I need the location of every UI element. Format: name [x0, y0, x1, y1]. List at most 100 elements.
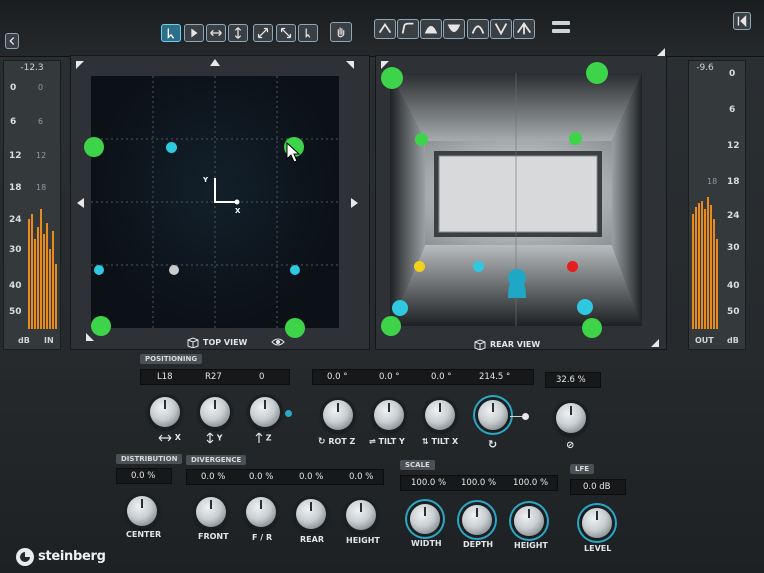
shape-valley-button[interactable] [490, 19, 512, 39]
tilt-x-value[interactable]: 0.0 ° [431, 372, 451, 382]
lfe-level-knob[interactable] [582, 508, 612, 538]
lfe-field[interactable]: 0.0 dB [570, 479, 626, 495]
shape-peak-button[interactable] [467, 19, 489, 39]
z-knob[interactable] [250, 397, 280, 427]
shape-spike-button[interactable] [513, 19, 535, 39]
width-knob[interactable] [410, 504, 440, 534]
toolbar [0, 0, 764, 57]
rotation-field[interactable]: 0.0 ° 0.0 ° 0.0 ° 214.5 ° [312, 369, 534, 385]
menu-icon[interactable] [552, 19, 570, 35]
depth-knob[interactable] [462, 505, 492, 535]
in-scale-40: 40 [9, 281, 22, 291]
corner-tl-icon[interactable] [75, 60, 85, 70]
source-left[interactable] [94, 265, 104, 275]
center-knob-label: CENTER [126, 530, 162, 539]
rear-corner-tl-icon[interactable] [380, 60, 390, 70]
tilt-x-knob[interactable] [425, 400, 455, 430]
rot-z-value[interactable]: 0.0 ° [327, 372, 347, 382]
speaker-back-top-right[interactable] [569, 132, 582, 145]
source-low-right[interactable] [577, 299, 593, 315]
height-scale-knob[interactable] [514, 506, 544, 536]
width-scale-value[interactable]: 100.0 % [411, 478, 446, 488]
center-knob[interactable] [127, 496, 157, 526]
size-field[interactable]: 32.6 % [545, 372, 601, 388]
rear-corner-br-icon[interactable] [650, 338, 660, 348]
shape-dome-button[interactable] [420, 19, 442, 39]
vertical-move-button[interactable] [228, 24, 248, 42]
arrow-right-icon[interactable] [351, 198, 358, 208]
diagonal-move-alt-button[interactable] [276, 24, 296, 42]
speaker-top-right[interactable] [586, 62, 608, 84]
collapse-button[interactable] [733, 12, 751, 30]
orbit-knob[interactable] [478, 400, 508, 430]
rear-view-canvas[interactable] [390, 73, 642, 326]
tilt-y-knob[interactable] [374, 400, 404, 430]
arrow-up-icon[interactable] [210, 59, 220, 66]
divergence-field[interactable]: 0.0 % 0.0 % 0.0 % 0.0 % [186, 469, 384, 485]
orbit-value[interactable]: 214.5 ° [479, 372, 510, 382]
x-knob[interactable] [150, 397, 180, 427]
speaker-left-mid[interactable] [84, 137, 104, 157]
height-divergence-value[interactable]: 0.0 % [349, 472, 373, 482]
speaker-back-top-left[interactable] [415, 133, 428, 146]
size-knob[interactable] [556, 403, 586, 433]
pointer-tool-button[interactable] [298, 24, 318, 42]
orbit-link-dot[interactable] [522, 413, 529, 420]
depth-scale-value[interactable]: 100.0 % [461, 478, 496, 488]
shape-caret-button[interactable] [374, 19, 396, 39]
height-divergence-knob[interactable] [346, 500, 376, 530]
back-button[interactable] [5, 33, 19, 49]
source-cyan-center[interactable] [473, 261, 484, 272]
speaker-bottom-right[interactable] [582, 318, 602, 338]
play-tool-button[interactable] [184, 24, 204, 42]
in-scale-12-b: 12 [36, 151, 47, 160]
speaker-bottom-left[interactable] [381, 316, 401, 336]
position-x-value[interactable]: L18 [157, 372, 173, 382]
size-value[interactable]: 32.6 % [556, 375, 586, 385]
x-axis-label: X [235, 207, 241, 215]
horizontal-move-button[interactable] [206, 24, 226, 42]
speaker-top-left[interactable] [381, 67, 403, 89]
source-yellow[interactable] [414, 261, 425, 272]
arrow-left-icon[interactable] [77, 198, 84, 208]
rot-z-knob[interactable] [323, 400, 353, 430]
fr-knob[interactable] [246, 497, 276, 527]
diagonal-move-button[interactable] [253, 24, 273, 42]
size-icon: ⊘ [566, 440, 575, 451]
source-front-left[interactable] [166, 142, 177, 153]
lfe-level-value[interactable]: 0.0 dB [583, 482, 610, 492]
hand-tool-button[interactable] [330, 22, 352, 42]
source-low-left[interactable] [392, 300, 408, 316]
y-knob[interactable] [200, 397, 230, 427]
position-z-value[interactable]: 0 [259, 372, 264, 382]
top-view-canvas[interactable]: Y X [91, 76, 339, 328]
corner-bl-icon[interactable] [85, 332, 95, 342]
select-tool-button[interactable] [161, 24, 181, 42]
eye-icon[interactable] [271, 337, 285, 347]
front-divergence-value[interactable]: 0.0 % [201, 472, 225, 482]
rear-cube-icon [474, 339, 486, 350]
fr-divergence-value[interactable]: 0.0 % [249, 472, 273, 482]
corner-tr-icon[interactable] [345, 60, 355, 70]
scale-field[interactable]: 100.0 % 100.0 % 100.0 % [400, 475, 558, 491]
rear-corner-tr-icon[interactable] [656, 47, 666, 57]
distribution-field[interactable]: 0.0 % [116, 468, 172, 484]
z-link-indicator[interactable] [285, 410, 292, 417]
rear-divergence-value[interactable]: 0.0 % [299, 472, 323, 482]
z-knob-text: Z [265, 433, 272, 443]
source-right[interactable] [290, 265, 300, 275]
speaker-right-rear[interactable] [285, 318, 305, 338]
position-xyz-field[interactable]: L18 R27 0 [140, 369, 290, 385]
shape-corner-button[interactable] [397, 19, 419, 39]
source-red[interactable] [567, 261, 578, 272]
front-knob[interactable] [196, 497, 226, 527]
rear-knob[interactable] [296, 499, 326, 529]
in-scale-30: 30 [9, 245, 22, 255]
tilt-y-value[interactable]: 0.0 ° [379, 372, 399, 382]
height-scale-value[interactable]: 100.0 % [513, 478, 548, 488]
distribution-value[interactable]: 0.0 % [131, 471, 155, 481]
rear-knob-label: REAR [300, 535, 324, 544]
shape-bowl-button[interactable] [443, 19, 465, 39]
position-y-value[interactable]: R27 [205, 372, 222, 382]
source-center[interactable] [169, 265, 179, 275]
